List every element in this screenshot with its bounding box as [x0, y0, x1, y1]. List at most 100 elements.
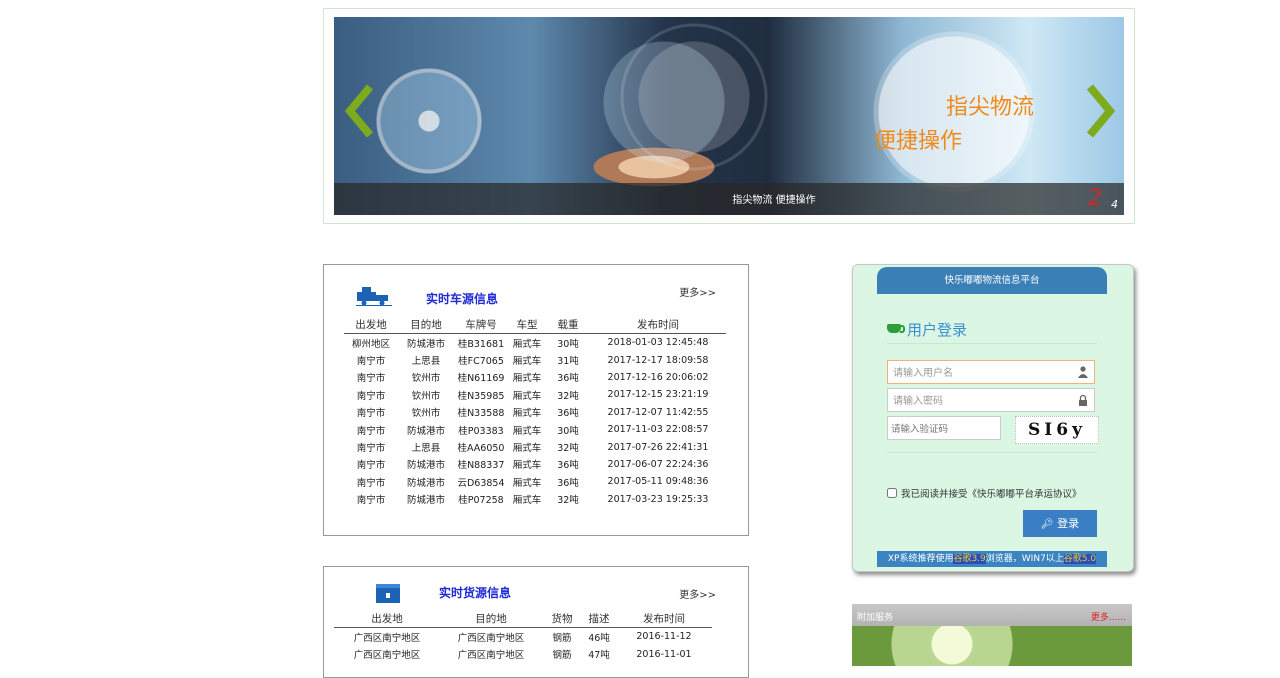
login-box: 快乐嘟嘟物流信息平台 用户登录 SI6y 我已阅读并接受《快乐嘟嘟平台承运协议》… [852, 264, 1134, 572]
table-cell: 防城港市 [406, 425, 445, 437]
login-heading-text: 用户登录 [907, 321, 968, 339]
prev-arrow-icon[interactable] [342, 81, 378, 141]
table-row[interactable]: 南宁市 防城港市 桂P03383 厢式车 30吨 2017-11-03 22:08:57 [344, 421, 726, 438]
column-header: 出发地 [344, 315, 398, 334]
login-heading: 用户登录 [887, 319, 967, 340]
vehicle-source-panel: 实时车源信息 更多>> 出发地 目的地 车牌号 车型 载重 发布时间 柳州地区 防城港市 桂B… [323, 264, 749, 536]
table-cell: 46吨 [588, 632, 610, 644]
table-cell: 广西区南宁地区 [353, 650, 421, 662]
table-cell: 厢式车 [512, 495, 542, 507]
table-cell: 南宁市 [356, 477, 386, 489]
table-cell: 上思县 [411, 443, 441, 455]
banner-slogan-1: 指尖物流 [946, 95, 1035, 120]
table-cell: 南宁市 [356, 460, 386, 472]
table-row[interactable]: 南宁市 上思县 桂AA6050 厢式车 32吨 2017-07-26 22:41:31 [344, 438, 726, 455]
user-icon [1078, 366, 1088, 378]
extra-service-panel: 附加服务 更多...... [852, 604, 1132, 666]
column-header: 目的地 [398, 315, 454, 334]
vehicle-more-link[interactable]: 更多>> [679, 284, 716, 299]
login-button-label: 登录 [1057, 517, 1080, 530]
banner-image[interactable]: 指尖物流 便捷操作 指尖物流 便捷操作 2 4 [334, 17, 1124, 215]
cargo-more-link[interactable]: 更多>> [679, 586, 716, 601]
table-row[interactable]: 南宁市 防城港市 云D63854 厢式车 36吨 2017-05-11 09:48:36 [344, 473, 726, 490]
table-cell: 厢式车 [512, 356, 542, 368]
table-header-row: 出发地 目的地 车牌号 车型 载重 发布时间 [344, 315, 726, 334]
vehicle-panel-title: 实时车源信息 [426, 292, 499, 306]
vehicle-table: 出发地 目的地 车牌号 车型 载重 发布时间 柳州地区 防城港市 桂B31681 厢式车 30吨 2… [344, 315, 726, 508]
cargo-panel-title: 实时货源信息 [439, 586, 512, 600]
table-cell: 32吨 [557, 443, 579, 455]
table-cell: 31吨 [557, 356, 579, 368]
current-slide-number[interactable]: 2 [1088, 186, 1102, 211]
agreement-checkbox[interactable] [887, 488, 897, 498]
table-row[interactable]: 南宁市 上思县 桂FC7065 厢式车 31吨 2017-12-17 18:09:58 [344, 351, 726, 368]
table-cell: 厢式车 [512, 477, 542, 489]
note-text-2: 浏览器，WIN7以上 [985, 554, 1064, 564]
username-field[interactable] [887, 360, 1095, 385]
note-highlight-1: 谷歌3.9 [953, 554, 986, 564]
lock-icon [1079, 394, 1087, 406]
table-cell: 桂N88337 [457, 460, 505, 472]
table-row[interactable]: 南宁市 钦州市 桂N33588 厢式车 36吨 2017-12-07 11:42:55 [344, 404, 726, 421]
table-row[interactable]: 广西区南宁地区 广西区南宁地区 钢筋 47吨 2016-11-01 [334, 645, 712, 662]
column-header: 载重 [546, 315, 590, 334]
table-cell: 南宁市 [356, 443, 386, 455]
table-cell: 桂P03383 [458, 425, 504, 437]
table-cell: 厢式车 [512, 443, 542, 455]
password-field[interactable] [887, 388, 1095, 413]
table-cell: 36吨 [557, 373, 579, 385]
table-row[interactable]: 南宁市 防城港市 桂P07258 厢式车 32吨 2017-03-23 19:25:33 [344, 491, 726, 508]
agreement-checkbox-row[interactable]: 我已阅读并接受《快乐嘟嘟平台承运协议》 [887, 486, 1082, 500]
table-cell: 厢式车 [512, 425, 542, 437]
banner-caption: 指尖物流 便捷操作 [732, 195, 816, 206]
table-cell: 2017-07-26 22:41:31 [607, 441, 709, 453]
table-row[interactable]: 广西区南宁地区 广西区南宁地区 钢筋 46吨 2016-11-12 [334, 628, 712, 646]
column-header: 发布时间 [590, 315, 726, 334]
table-cell: 钦州市 [411, 373, 441, 385]
captcha-image[interactable]: SI6y [1015, 416, 1099, 444]
table-cell: 钢筋 [552, 650, 572, 662]
table-cell: 广西区南宁地区 [457, 632, 525, 644]
table-cell: 钦州市 [411, 390, 441, 402]
table-cell: 南宁市 [356, 390, 386, 402]
table-cell: 云D63854 [457, 477, 505, 489]
table-cell: 32吨 [557, 495, 579, 507]
table-row[interactable]: 柳州地区 防城港市 桂B31681 厢式车 30吨 2018-01-03 12:45:48 [344, 334, 726, 352]
table-cell: 广西区南宁地区 [457, 650, 525, 662]
total-slides-number[interactable]: 4 [1111, 198, 1118, 211]
table-row[interactable]: 南宁市 钦州市 桂N35985 厢式车 32吨 2017-12-15 23:21:19 [344, 386, 726, 403]
table-cell: 2017-12-16 20:06:02 [607, 371, 709, 383]
divider [887, 343, 1097, 344]
divider [887, 452, 1097, 453]
next-arrow-icon[interactable] [1082, 81, 1118, 141]
table-cell: 2017-06-07 22:24:36 [607, 458, 709, 470]
truck-icon [356, 287, 392, 306]
key-icon: 🔑︎ [1040, 519, 1054, 530]
password-input[interactable] [888, 390, 1078, 413]
extra-service-image[interactable] [852, 626, 1132, 666]
captcha-input[interactable] [888, 418, 994, 441]
column-header: 车型 [508, 315, 546, 334]
table-row[interactable]: 南宁市 防城港市 桂N88337 厢式车 36吨 2017-06-07 22:24:36 [344, 456, 726, 473]
table-cell: 30吨 [557, 338, 579, 350]
cargo-source-panel: 实时货源信息 更多>> 出发地 目的地 货物 描述 发布时间 广西区南宁地区 广西区南宁地… [323, 566, 749, 678]
captcha-field[interactable] [887, 416, 1001, 441]
table-cell: 2017-12-17 18:09:58 [607, 354, 709, 366]
table-cell: 30吨 [557, 425, 579, 437]
browser-recommendation: XP系统推荐使用谷歌3.9浏览器，WIN7以上谷歌5.0 [877, 551, 1107, 567]
cargo-table: 出发地 目的地 货物 描述 发布时间 广西区南宁地区 广西区南宁地区 钢筋 46吨 2016-1… [334, 609, 712, 663]
table-row[interactable]: 南宁市 钦州市 桂N61169 厢式车 36吨 2017-12-16 20:06:02 [344, 369, 726, 386]
extra-service-more-link[interactable]: 更多...... [1091, 610, 1126, 623]
table-cell: 2017-11-03 22:08:57 [607, 424, 709, 436]
username-input[interactable] [888, 362, 1078, 385]
table-cell: 南宁市 [356, 495, 386, 507]
table-cell: 防城港市 [406, 495, 445, 507]
coffee-cup-icon [887, 324, 905, 333]
column-header: 车牌号 [454, 315, 508, 334]
table-cell: 钦州市 [411, 408, 441, 420]
platform-name-tab: 快乐嘟嘟物流信息平台 [877, 267, 1107, 294]
login-button[interactable]: 🔑︎ 登录 [1023, 510, 1097, 537]
table-cell: 南宁市 [356, 408, 386, 420]
table-cell: 桂FC7065 [458, 356, 504, 368]
table-cell: 桂N33588 [457, 408, 505, 420]
